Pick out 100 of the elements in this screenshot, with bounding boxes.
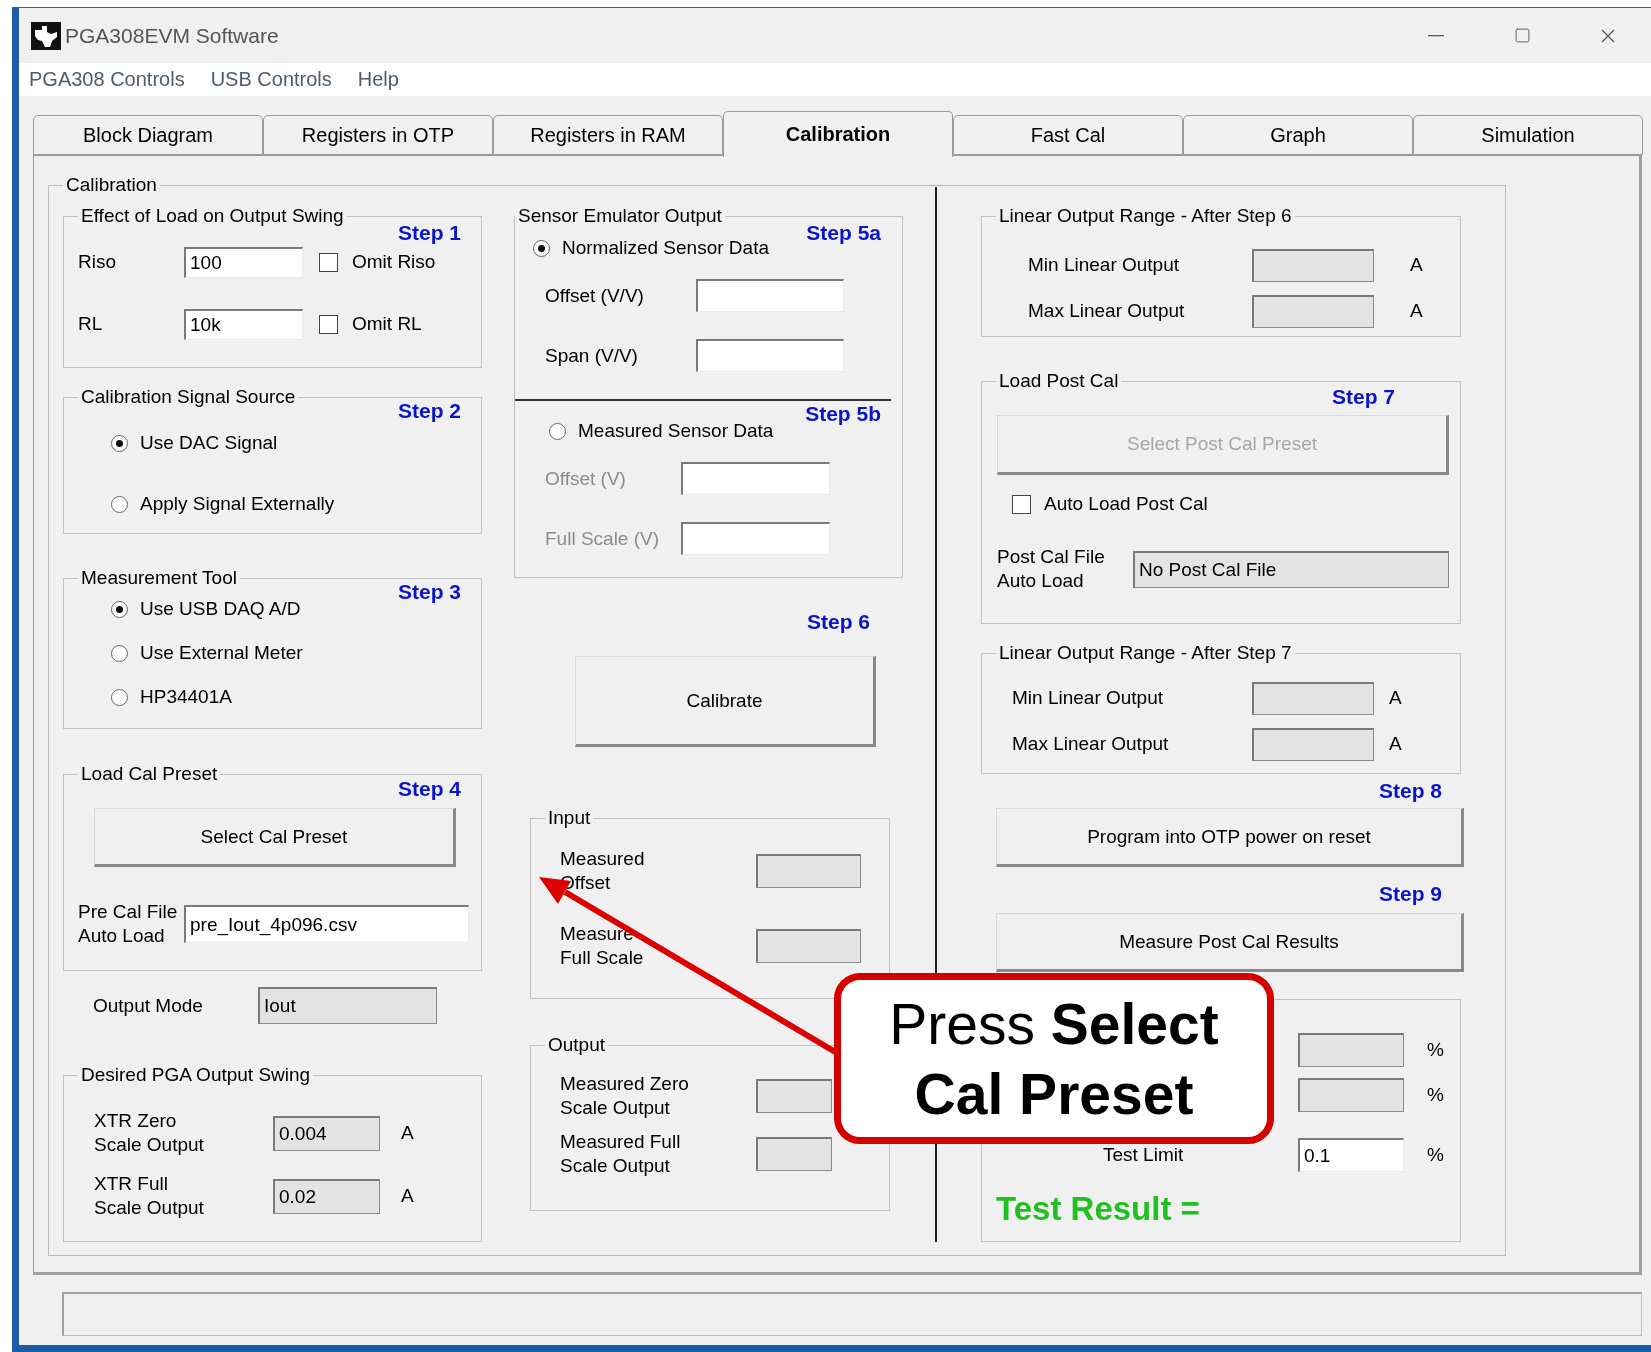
field-label: XTR Full Scale Output	[94, 1172, 205, 1220]
maximize-icon	[1513, 27, 1531, 44]
tab[interactable]: Registers in OTP	[263, 115, 493, 155]
field-label: Post Cal File Auto Load	[997, 545, 1106, 593]
tab[interactable]: Calibration	[723, 111, 953, 157]
step-label: Step 9	[1378, 882, 1442, 906]
radio-button[interactable]	[111, 600, 128, 618]
menu-item[interactable]: PGA308 Controls	[29, 68, 185, 91]
calibrate-button[interactable]: Calibrate	[575, 656, 876, 747]
input-field[interactable]	[681, 462, 830, 495]
program-button[interactable]: Program into OTP power on reset	[996, 808, 1464, 867]
input-field[interactable]	[1298, 1078, 1404, 1112]
logo-icon	[31, 21, 61, 50]
unit-label: A	[1389, 732, 1402, 756]
menu-item[interactable]: USB Controls	[210, 68, 332, 91]
step-label: Step 6	[806, 610, 870, 634]
group-title: Sensor Emulator Output	[517, 205, 723, 227]
step-label: Step 5a	[806, 221, 881, 245]
radio-label: Use USB DAQ A/D	[140, 597, 301, 621]
field-label: Offset (V)	[545, 466, 627, 491]
field-label: Test Limit	[1103, 1143, 1184, 1167]
step-label: Step 5b	[805, 402, 881, 426]
menu-item[interactable]: Help	[357, 68, 399, 91]
tab[interactable]: Simulation	[1413, 115, 1643, 155]
select-preset-button[interactable]: Select Cal Preset	[94, 808, 456, 867]
field-label: Span (V/V)	[545, 343, 639, 368]
input-field[interactable]: No Post Cal File	[1133, 550, 1449, 588]
input-field[interactable]	[1298, 1033, 1404, 1067]
callout-text: Press Select Cal Preset	[888, 990, 1220, 1128]
test-result-label: Test Result =	[996, 1189, 1201, 1229]
radio-button[interactable]	[111, 434, 128, 452]
step-label: Step 3	[397, 580, 461, 604]
field-label: Measured Zero Scale Output	[560, 1072, 690, 1120]
field-label: RL	[78, 312, 104, 336]
group-title: Load Cal Preset	[80, 763, 219, 785]
input-field[interactable]	[756, 1137, 832, 1171]
input-field[interactable]: 10k	[184, 308, 303, 340]
input-field[interactable]	[756, 1079, 832, 1113]
group-title: Calibration Signal Source	[80, 386, 297, 408]
input-field[interactable]	[681, 522, 830, 555]
input-field[interactable]	[756, 854, 861, 888]
unit-label: A	[401, 1184, 414, 1208]
window-title: PGA308EVM Software	[65, 23, 279, 48]
group-title: Input	[547, 807, 592, 829]
step-label: Step 1	[397, 221, 461, 245]
step-label: Step 2	[397, 399, 461, 423]
input-field[interactable]	[756, 929, 861, 963]
tab[interactable]: Registers in RAM	[493, 115, 723, 155]
measure-button[interactable]: Measure Post Cal Results	[996, 913, 1464, 972]
radio-button[interactable]	[111, 495, 128, 513]
tab[interactable]: Fast Cal	[953, 115, 1183, 155]
input-field[interactable]	[1252, 248, 1374, 282]
tab[interactable]: Block Diagram	[33, 115, 263, 155]
unit-label: A	[401, 1121, 414, 1145]
unit-label: A	[1410, 253, 1423, 277]
unit-label: %	[1427, 1143, 1444, 1167]
field-label: Min Linear Output	[1028, 253, 1181, 277]
field-label: Riso	[78, 250, 117, 274]
input-field[interactable]	[1252, 681, 1374, 715]
input-field[interactable]: 0.004	[273, 1115, 380, 1151]
checkbox-label: Auto Load Post Cal	[1044, 492, 1208, 516]
group-title: Measurement Tool	[80, 567, 238, 589]
group-title: Load Post Cal	[998, 370, 1120, 392]
field-label: Offset (V/V)	[545, 283, 645, 308]
input-field[interactable]	[1252, 727, 1374, 761]
radio-button[interactable]	[111, 644, 128, 662]
input-field[interactable]: Iout	[258, 987, 437, 1024]
field-label: Full Scale (V)	[545, 526, 661, 551]
group-title: Linear Output Range - After Step 7	[998, 642, 1293, 664]
step-label: Step 4	[397, 777, 461, 801]
input-field[interactable]: pre_Iout_4p096.csv	[184, 905, 469, 943]
radio-label: Use External Meter	[140, 641, 303, 665]
input-field[interactable]: 0.02	[273, 1178, 380, 1214]
group-title: Desired PGA Output Swing	[80, 1064, 312, 1086]
checkbox[interactable]	[1012, 494, 1031, 514]
tab[interactable]: Graph	[1183, 115, 1413, 155]
group-title: Calibration	[65, 174, 158, 196]
field-label: Output Mode	[93, 993, 204, 1018]
radio-button[interactable]	[533, 239, 550, 257]
radio-label: Use DAC Signal	[140, 431, 278, 455]
group-title: Linear Output Range - After Step 6	[998, 205, 1293, 227]
unit-label: A	[1389, 686, 1402, 710]
step-label: Step 7	[1331, 385, 1395, 409]
input-field[interactable]: 100	[184, 246, 303, 278]
radio-button[interactable]	[111, 688, 128, 706]
field-label: XTR Zero Scale Output	[94, 1109, 205, 1157]
checkbox-label: Omit Riso	[352, 250, 436, 274]
input-field[interactable]	[696, 279, 844, 312]
field-label: Pre Cal File Auto Load	[78, 900, 179, 948]
field-label: Measured Full Scale Output	[560, 1130, 682, 1178]
input-field[interactable]	[696, 339, 844, 372]
group-title: Effect of Load on Output Swing	[80, 205, 345, 227]
minimize-icon	[1428, 34, 1444, 37]
unit-label: A	[1410, 299, 1423, 323]
radio-button[interactable]	[549, 422, 566, 440]
checkbox[interactable]	[319, 252, 338, 272]
input-field[interactable]: 0.1	[1298, 1138, 1404, 1172]
checkbox[interactable]	[319, 314, 338, 334]
input-field[interactable]	[1252, 294, 1374, 328]
field-label: Max Linear Output	[1012, 732, 1170, 756]
